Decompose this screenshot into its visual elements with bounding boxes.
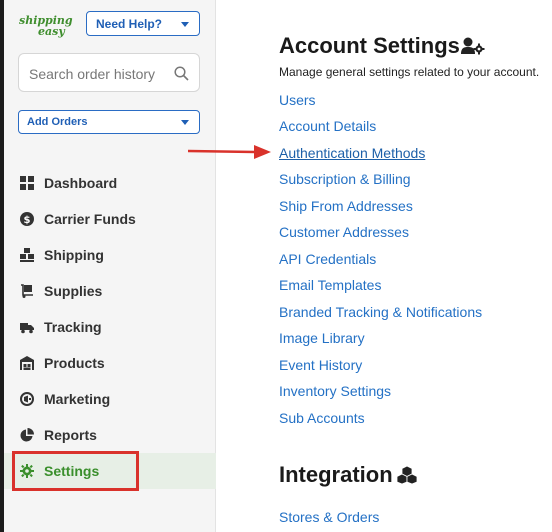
sidebar-item-label: Reports — [44, 427, 97, 443]
shippingeasy-logo[interactable]: shipping easy — [18, 12, 82, 38]
dolly-icon — [21, 284, 33, 298]
link-account-details[interactable]: Account Details — [279, 118, 376, 134]
sidebar-item-label: Dashboard — [44, 175, 118, 191]
add-orders-button[interactable]: Add Orders — [18, 110, 200, 134]
sidebar-item-label: Shipping — [44, 247, 104, 263]
dashboard-icon — [20, 176, 34, 190]
link-stores-orders[interactable]: Stores & Orders — [279, 509, 379, 525]
truck-icon — [20, 323, 34, 334]
sidebar-item-marketing[interactable]: Marketing — [4, 381, 216, 417]
sidebar-item-label: Tracking — [44, 319, 102, 335]
settings-highlight-annotation — [12, 451, 139, 491]
chevron-down-icon — [181, 22, 189, 27]
sidebar-item-dashboard[interactable]: Dashboard — [4, 165, 216, 201]
sidebar-nav: Dashboard $ Carrier Funds Shipping Suppl… — [4, 165, 216, 489]
link-inventory-settings[interactable]: Inventory Settings — [279, 383, 391, 399]
search-icon — [174, 66, 189, 81]
page-title: Account Settings — [279, 33, 460, 58]
sidebar-item-shipping[interactable]: Shipping — [4, 237, 216, 273]
sidebar-item-tracking[interactable]: Tracking — [4, 309, 216, 345]
pie-chart-icon — [20, 428, 34, 442]
link-email-templates[interactable]: Email Templates — [279, 277, 381, 293]
link-subscription-billing[interactable]: Subscription & Billing — [279, 171, 411, 187]
sidebar-item-label: Supplies — [44, 283, 103, 299]
link-sub-accounts[interactable]: Sub Accounts — [279, 410, 365, 426]
link-image-library[interactable]: Image Library — [279, 330, 365, 346]
link-authentication-methods[interactable]: Authentication Methods — [279, 145, 425, 161]
annotation-arrow-icon — [188, 145, 271, 159]
svg-text:$: $ — [24, 215, 31, 226]
link-api-credentials[interactable]: API Credentials — [279, 251, 376, 267]
boxes-icon — [20, 248, 34, 262]
search-input[interactable]: Search order history — [18, 53, 200, 92]
svg-text:easy: easy — [38, 25, 66, 38]
sidebar-item-products[interactable]: Products — [4, 345, 216, 381]
integration-title: Integration — [279, 462, 393, 487]
link-ship-from-addresses[interactable]: Ship From Addresses — [279, 198, 413, 214]
sidebar-item-label: Carrier Funds — [44, 211, 136, 227]
need-help-label: Need Help? — [96, 16, 163, 31]
sidebar-item-label: Products — [44, 355, 105, 371]
sidebar-item-supplies[interactable]: Supplies — [4, 273, 216, 309]
cubes-icon — [397, 466, 417, 484]
search-placeholder: Search order history — [29, 66, 156, 82]
sidebar-item-carrier-funds[interactable]: $ Carrier Funds — [4, 201, 216, 237]
chevron-down-icon — [181, 120, 189, 125]
sidebar-item-label: Marketing — [44, 391, 111, 407]
link-event-history[interactable]: Event History — [279, 357, 362, 373]
sidebar-item-reports[interactable]: Reports — [4, 417, 216, 453]
link-branded-tracking[interactable]: Branded Tracking & Notifications — [279, 304, 482, 320]
warehouse-icon — [20, 356, 34, 370]
add-orders-label: Add Orders — [27, 116, 88, 128]
page-subtitle: Manage general settings related to your … — [279, 65, 540, 79]
user-settings-icon — [461, 37, 485, 55]
need-help-button[interactable]: Need Help? — [86, 11, 200, 36]
dollar-icon: $ — [20, 212, 34, 226]
link-customer-addresses[interactable]: Customer Addresses — [279, 224, 409, 240]
link-users[interactable]: Users — [279, 92, 316, 108]
megaphone-icon — [20, 392, 34, 406]
